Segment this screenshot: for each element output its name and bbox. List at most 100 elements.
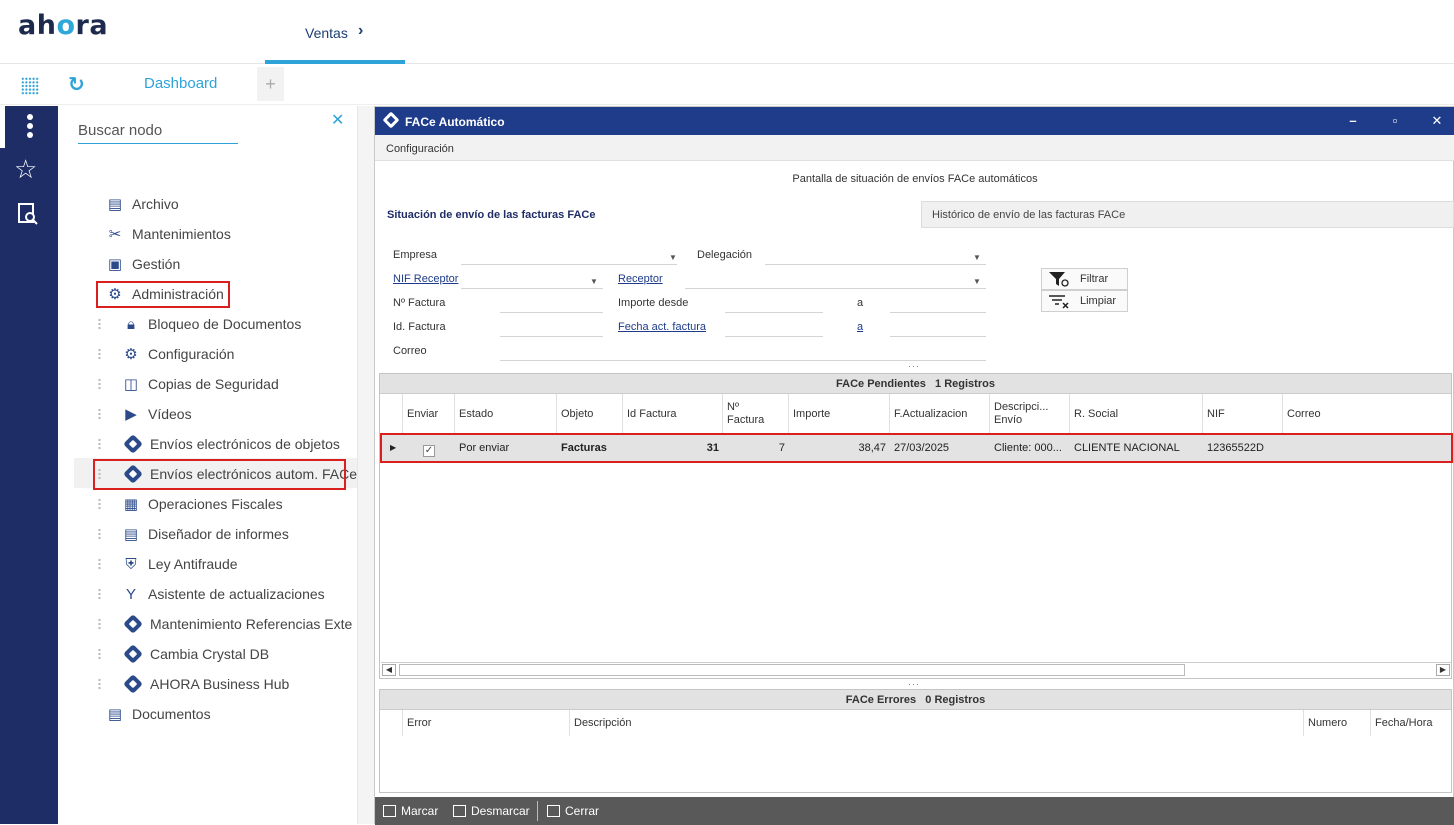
panel-splitter[interactable] [358, 106, 374, 824]
n-factura-input[interactable] [500, 312, 603, 313]
id-factura-label: Id. Factura [393, 321, 446, 333]
ahora-logo[interactable]: ahora [18, 10, 108, 41]
marcar-label: Marcar [401, 804, 439, 818]
col-header-nif[interactable]: NIF [1203, 394, 1283, 434]
col-header-fecha-hora[interactable]: Fecha/Hora [1371, 710, 1451, 736]
tree-item-documentos[interactable]: ▤ Documentos [106, 699, 211, 729]
col-header-r-social[interactable]: R. Social [1070, 394, 1203, 434]
cerrar-button[interactable]: Cerrar [547, 804, 599, 818]
uncheck-list-icon [453, 805, 466, 817]
nif-receptor-select[interactable] [461, 288, 603, 289]
col-header-importe[interactable]: Importe [789, 394, 890, 434]
row-indicator-header [380, 710, 403, 736]
col-header-correo[interactable]: Correo [1283, 394, 1451, 434]
highlight-envios-face [93, 459, 346, 490]
fecha-desde-input[interactable] [725, 336, 823, 337]
tree-item-videos[interactable]: ▶ Vídeos [98, 399, 192, 429]
tab-dashboard[interactable]: Dashboard [100, 65, 257, 103]
chevron-right-icon[interactable]: › [358, 22, 363, 40]
splitter-handle-icon[interactable]: ··· [908, 361, 920, 371]
receptor-select[interactable] [685, 288, 986, 289]
tree-item-referencias[interactable]: Mantenimiento Referencias Externas [122, 609, 352, 639]
filter-icon [1048, 271, 1070, 287]
highlight-row [380, 433, 1453, 463]
limpiar-button[interactable]: Limpiar [1041, 290, 1128, 312]
tree-item-ley-antifraude[interactable]: ⛨ Ley Antifraude [98, 549, 238, 579]
minimize-icon[interactable]: – [1345, 113, 1361, 128]
col-header-estado[interactable]: Estado [455, 394, 557, 434]
col-header-objeto[interactable]: Objeto [557, 394, 623, 434]
tree-item-mantenimientos[interactable]: ✂ Mantenimientos [106, 219, 231, 249]
delegacion-select[interactable] [765, 264, 986, 265]
nif-receptor-label[interactable]: NIF Receptor [393, 273, 458, 285]
tree-item-copias[interactable]: ◫ Copias de Seguridad [98, 369, 279, 399]
filtrar-button[interactable]: Filtrar [1041, 268, 1128, 290]
maximize-icon[interactable]: ▫ [1387, 113, 1403, 128]
splitter-handle-icon[interactable]: ··· [908, 679, 920, 689]
document-search-icon[interactable] [16, 202, 40, 226]
col-header-id-factura[interactable]: Id Factura [623, 394, 723, 434]
scroll-left-icon[interactable]: ◀ [382, 664, 396, 676]
tab-ventas[interactable]: Ventas › [265, 0, 405, 64]
close-icon[interactable]: ✕ [1429, 113, 1445, 129]
col-header-enviar[interactable]: Enviar [403, 394, 455, 434]
window-titlebar[interactable]: FACe Automático – ▫ ✕ [375, 107, 1454, 135]
tree-item-bloqueo[interactable]: 🔒︎ Bloqueo de Documentos [98, 309, 301, 339]
fecha-hasta-label[interactable]: a [857, 321, 863, 333]
tree-item-disenador[interactable]: ▤ Diseñador de informes [98, 519, 289, 549]
drag-handle-icon [98, 528, 101, 540]
tree-item-business-hub[interactable]: AHORA Business Hub [98, 669, 290, 699]
tree-item-crystal[interactable]: Cambia Crystal DB [98, 639, 269, 669]
tree-item-asistente[interactable]: Y Asistente de actualizaciones [98, 579, 325, 609]
importe-desde-input[interactable] [725, 312, 823, 313]
tab-situacion[interactable]: Situación de envío de las facturas FACe [378, 201, 921, 228]
chevron-down-icon[interactable]: ▼ [669, 253, 677, 262]
tab-ventas-label: Ventas [305, 25, 348, 41]
receptor-label[interactable]: Receptor [618, 273, 663, 285]
filtrar-label: Filtrar [1080, 273, 1109, 285]
horizontal-scrollbar[interactable]: ◀ ▶ [381, 662, 1451, 677]
antifraud-icon: ⛨ [125, 556, 137, 573]
col-header-n-factura[interactable]: Nº Factura [723, 394, 789, 434]
tab-historico[interactable]: Histórico de envío de las facturas FACe [921, 201, 1454, 228]
tree-item-configuracion[interactable]: ⚙ Configuración [98, 339, 234, 369]
tree-item-operaciones-fiscales[interactable]: ▦ Operaciones Fiscales [98, 489, 283, 519]
tree-item-envios-objetos[interactable]: Envíos electrónicos de objetos [98, 429, 340, 459]
empresa-select[interactable] [461, 264, 677, 265]
chevron-down-icon[interactable]: ▼ [973, 253, 981, 262]
search-node-input[interactable]: Buscar nodo [78, 120, 238, 144]
more-vertical-icon[interactable] [22, 114, 38, 144]
drag-handle-icon [98, 558, 101, 570]
col-header-f-actualizacion[interactable]: F.Actualizacion [890, 394, 990, 434]
fecha-hasta-input[interactable] [890, 336, 986, 337]
col-header-error[interactable]: Error [403, 710, 570, 736]
refresh-icon[interactable]: ↻ [68, 72, 85, 97]
col-header-numero[interactable]: Numero [1304, 710, 1371, 736]
tree-item-archivo[interactable]: ▤ Archivo [106, 189, 179, 219]
menu-configuracion[interactable]: Configuración [386, 143, 454, 155]
marcar-button[interactable]: Marcar [383, 804, 438, 818]
lock-icon: 🔒︎ [127, 316, 135, 333]
col-header-descripcion[interactable]: Descripción [570, 710, 1304, 736]
scroll-right-icon[interactable]: ▶ [1436, 664, 1450, 676]
correo-label: Correo [393, 345, 427, 357]
col-header-descripcion-envio[interactable]: Descripci... Envío [990, 394, 1070, 434]
drag-handle-icon [98, 438, 101, 450]
desmarcar-button[interactable]: Desmarcar [453, 804, 530, 818]
importe-hasta-input[interactable] [890, 312, 986, 313]
chevron-down-icon[interactable]: ▼ [973, 277, 981, 286]
fecha-act-label[interactable]: Fecha act. factura [618, 321, 706, 333]
tree-item-gestion[interactable]: ▣ Gestión [106, 249, 180, 279]
chevron-down-icon[interactable]: ▼ [590, 277, 598, 286]
add-tab-button[interactable]: + [257, 67, 284, 101]
drag-handle-icon [98, 348, 101, 360]
cerrar-label: Cerrar [565, 804, 600, 818]
top-bar: ahora Ventas › [0, 0, 1454, 64]
apps-grid-icon[interactable] [21, 77, 39, 95]
scrollbar-thumb[interactable] [399, 664, 1185, 676]
id-factura-input[interactable] [500, 336, 603, 337]
star-icon[interactable]: ☆ [14, 154, 37, 185]
ahora-diamond-icon [123, 614, 143, 634]
close-icon[interactable]: ✕ [331, 110, 344, 130]
tree-item-label: AHORA Business Hub [150, 676, 290, 692]
